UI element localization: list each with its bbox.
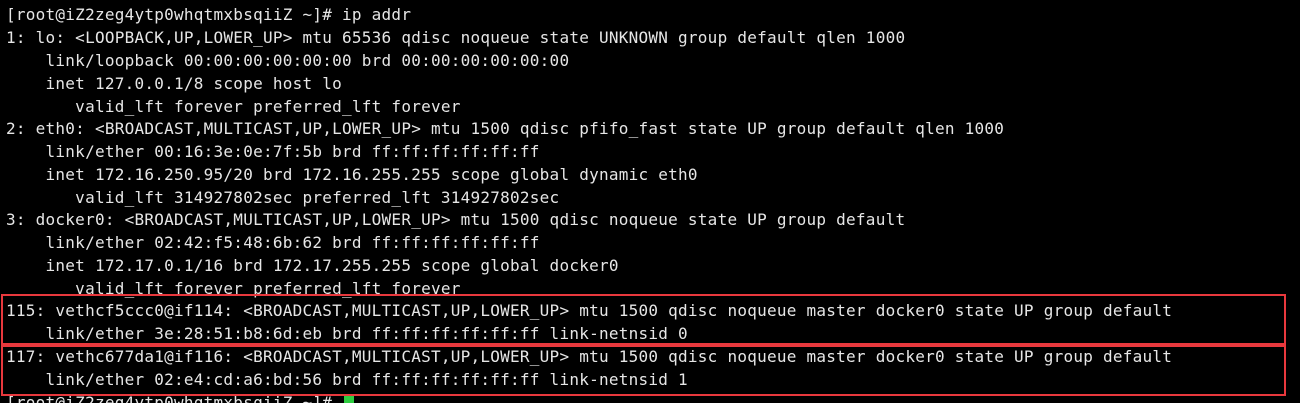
terminal-output-line: 2: eth0: <BROADCAST,MULTICAST,UP,LOWER_U… <box>6 119 1005 138</box>
terminal-output-line: link/ether 02:42:f5:48:6b:62 brd ff:ff:f… <box>6 233 540 252</box>
terminal-window[interactable]: [root@iZ2zeg4ytp0whqtmxbsqiiZ ~]# ip add… <box>0 0 1300 403</box>
terminal-output-line: inet 172.16.250.95/20 brd 172.16.255.255… <box>6 165 698 184</box>
highlight-box-veth117 <box>1 345 1286 396</box>
terminal-output-line: valid_lft 314927802sec preferred_lft 314… <box>6 188 560 207</box>
terminal-output-line: inet 127.0.0.1/8 scope host lo <box>6 74 343 93</box>
terminal-output-line: 1: lo: <LOOPBACK,UP,LOWER_UP> mtu 65536 … <box>6 28 906 47</box>
terminal-output-line: link/ether 00:16:3e:0e:7f:5b brd ff:ff:f… <box>6 142 540 161</box>
highlight-box-veth115 <box>1 294 1286 345</box>
terminal-output-line: link/loopback 00:00:00:00:00:00 brd 00:0… <box>6 51 570 70</box>
terminal-output-line: inet 172.17.0.1/16 brd 172.17.255.255 sc… <box>6 256 619 275</box>
terminal-command-line: [root@iZ2zeg4ytp0whqtmxbsqiiZ ~]# ip add… <box>6 5 412 24</box>
terminal-output-line: valid_lft forever preferred_lft forever <box>6 97 461 116</box>
terminal-output-line: 3: docker0: <BROADCAST,MULTICAST,UP,LOWE… <box>6 210 906 229</box>
